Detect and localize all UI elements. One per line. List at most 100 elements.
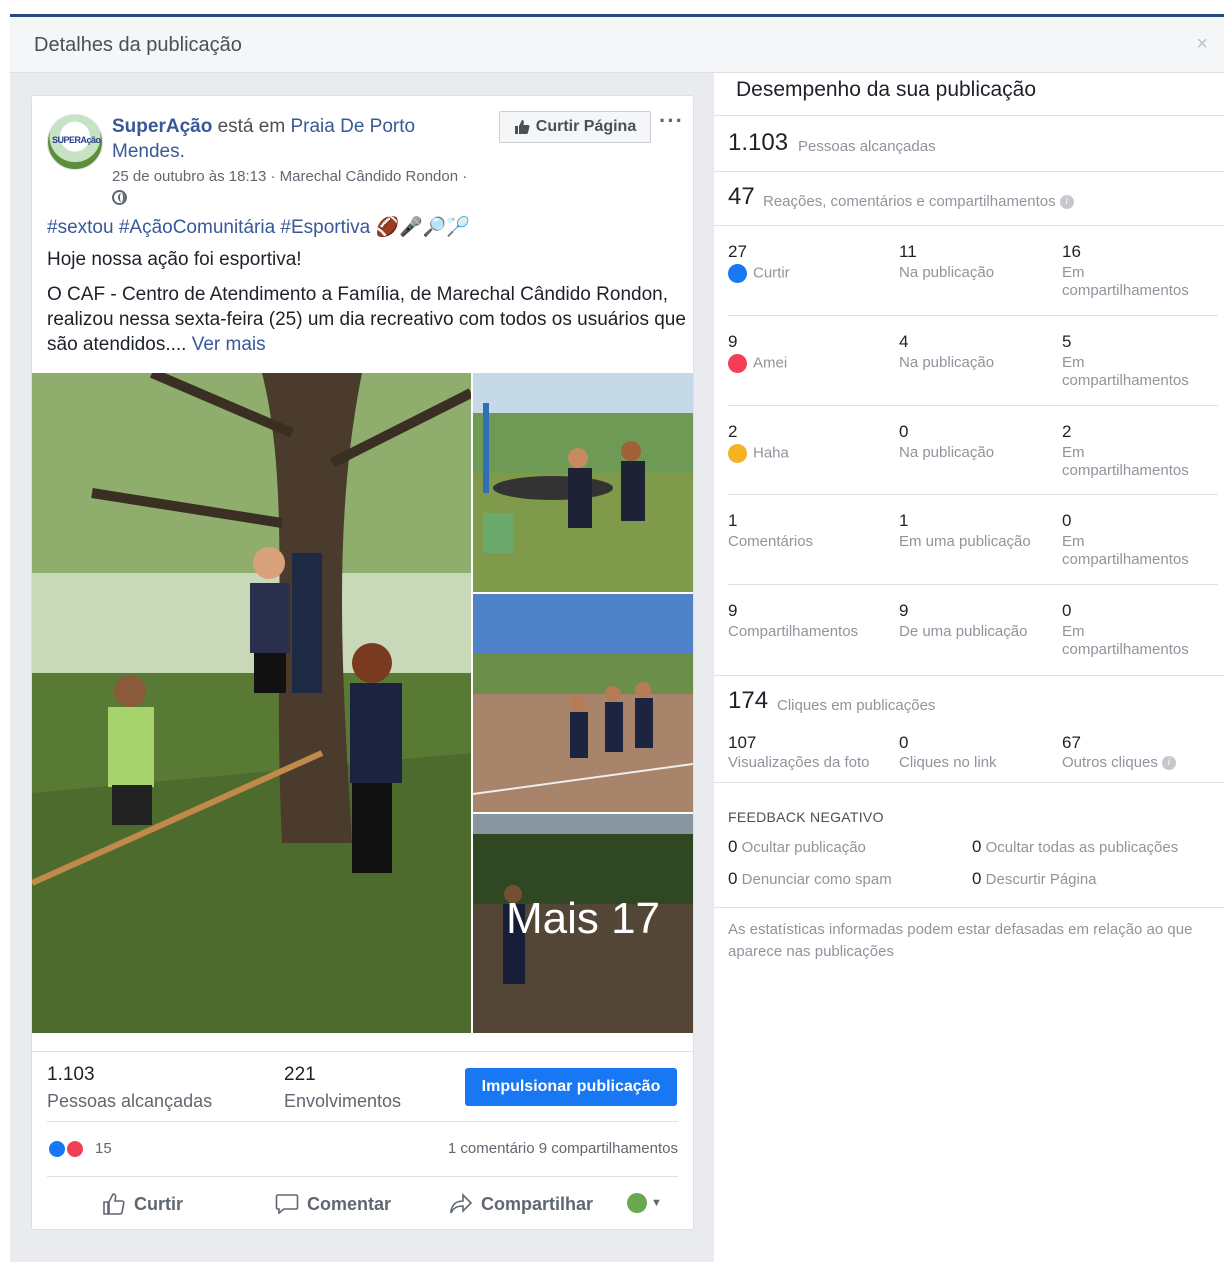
love-reaction-icon[interactable] bbox=[65, 1139, 85, 1159]
hashtags[interactable]: #sextou #AçãoComunitária #Esportiva 🏈🎤🔎🏸 bbox=[47, 215, 470, 239]
page-name-link[interactable]: SuperAção bbox=[112, 116, 212, 137]
post-header: SuperAção está em Praia De Porto Mendes. bbox=[112, 114, 492, 164]
shares-total: 9 bbox=[728, 601, 738, 620]
hide-all-label: Ocultar todas as publicações bbox=[985, 839, 1179, 856]
is-at-text: está em bbox=[212, 116, 291, 137]
reactions-row: 15 1 comentário 9 compartilhamentos bbox=[47, 1121, 678, 1177]
likes-label-wrap: Curtir bbox=[728, 264, 790, 283]
report-spam-label: Denunciar como spam bbox=[741, 871, 892, 888]
comments-on-post: 1 bbox=[899, 511, 909, 530]
shares-on-post-label: De uma publicação bbox=[899, 623, 1028, 640]
reach-number: 1.103 bbox=[47, 1064, 95, 1085]
info-icon[interactable]: i bbox=[1059, 195, 1074, 210]
post-date[interactable]: 25 de outubro às 18:13 · Marechal Cândid… bbox=[112, 168, 467, 185]
engagement-number: 221 bbox=[284, 1064, 316, 1085]
haha-total: 2 bbox=[728, 422, 738, 441]
photo-3-illustration bbox=[473, 594, 693, 812]
other-clicks: 67 bbox=[1062, 733, 1081, 752]
other-clicks-label-wrap: Outros cliques i bbox=[1062, 754, 1176, 772]
info-icon[interactable]: i bbox=[1161, 756, 1176, 771]
dialog-header: Detalhes da publicação × bbox=[10, 17, 1224, 73]
unlike-page-feedback: 0 Descurtir Página bbox=[972, 869, 1097, 889]
more-photos-tile[interactable]: Mais 17 bbox=[473, 814, 693, 1033]
clicks-total: 174 bbox=[728, 687, 769, 714]
comment-icon bbox=[275, 1194, 299, 1215]
hide-all-count: 0 bbox=[972, 837, 982, 856]
haha-label-wrap: Haha bbox=[728, 444, 789, 463]
comments-shares-count[interactable]: 1 comentário 9 compartilhamentos bbox=[448, 1140, 678, 1157]
post-photo-main[interactable] bbox=[32, 373, 471, 1033]
post-photo-2[interactable] bbox=[473, 373, 693, 592]
comments-on-shares: 0 bbox=[1062, 511, 1072, 530]
loves-label: Amei bbox=[753, 354, 788, 372]
clicks-total-label: Cliques em publicações bbox=[777, 697, 936, 714]
shares-label: Compartilhamentos bbox=[728, 623, 859, 640]
likes-on-post: 11 bbox=[899, 242, 917, 261]
like-icon bbox=[103, 1193, 125, 1215]
engagement-label: Envolvimentos bbox=[284, 1091, 402, 1111]
shares-on-shares-label: Em compartilhamentos bbox=[1062, 623, 1189, 658]
comment-label: Comentar bbox=[307, 1193, 392, 1214]
reach-total: 1.103 bbox=[728, 129, 789, 156]
link-clicks: 0 bbox=[899, 733, 909, 752]
haha-on-post-label: Na publicação bbox=[899, 444, 995, 461]
report-spam-feedback: 0 Denunciar como spam bbox=[728, 869, 892, 889]
like-label: Curtir bbox=[134, 1193, 183, 1214]
likes-on-post-label: Na publicação bbox=[899, 264, 995, 281]
page-avatar[interactable]: SUPERAção bbox=[47, 114, 103, 170]
haha-on-shares-label: Em compartilhamentos bbox=[1062, 444, 1189, 479]
share-label: Compartilhar bbox=[481, 1193, 594, 1214]
divider bbox=[714, 225, 1224, 226]
photo-views-label: Visualizações da foto bbox=[728, 754, 870, 771]
unlike-page-label: Descurtir Página bbox=[985, 871, 1097, 888]
shares-on-post: 9 bbox=[899, 601, 909, 620]
like-page-button[interactable]: Curtir Página bbox=[499, 111, 651, 143]
comments-on-post-label: Em uma publicação bbox=[899, 533, 1031, 550]
loves-on-post-label: Na publicação bbox=[899, 354, 995, 371]
divider bbox=[714, 675, 1224, 676]
reactions-count[interactable]: 15 bbox=[95, 1140, 112, 1157]
like-button[interactable]: Curtir bbox=[102, 1193, 183, 1215]
divider bbox=[714, 171, 1224, 172]
report-spam-count: 0 bbox=[728, 869, 738, 888]
comments-label: Comentários bbox=[728, 533, 814, 550]
globe-icon[interactable] bbox=[112, 190, 127, 205]
photo-2-illustration bbox=[473, 373, 693, 592]
see-more-link[interactable]: Ver mais bbox=[192, 334, 266, 355]
loves-on-shares-label: Em compartilhamentos bbox=[1062, 354, 1189, 389]
hide-post-label: Ocultar publicação bbox=[741, 839, 866, 856]
more-photos-label: Mais 17 bbox=[505, 894, 661, 943]
haha-on-post: 0 bbox=[899, 422, 909, 441]
thumbs-up-icon bbox=[514, 120, 530, 134]
photo-main-illustration bbox=[32, 373, 471, 1033]
post-details-dialog: Detalhes da publicação × SUPERAção Super… bbox=[10, 17, 1224, 1262]
other-clicks-label: Outros cliques bbox=[1062, 754, 1158, 771]
likes-on-shares: 16 bbox=[1062, 242, 1081, 261]
shares-on-shares: 0 bbox=[1062, 601, 1072, 620]
boost-post-button[interactable]: Impulsionar publicação bbox=[465, 1068, 677, 1106]
hide-post-feedback: 0 Ocultar publicação bbox=[728, 837, 866, 857]
engagement-total: 47 bbox=[728, 183, 755, 210]
divider bbox=[728, 584, 1218, 585]
more-options-icon[interactable]: ··· bbox=[659, 108, 684, 134]
page-avatar-small-icon bbox=[627, 1193, 647, 1213]
divider bbox=[714, 907, 1224, 908]
share-button[interactable]: Compartilhar bbox=[449, 1193, 593, 1215]
reach-total-label: Pessoas alcançadas bbox=[798, 138, 936, 155]
like-reaction-icon[interactable] bbox=[47, 1139, 67, 1159]
comment-button[interactable]: Comentar bbox=[275, 1193, 391, 1215]
reach-label: Pessoas alcançadas bbox=[47, 1091, 213, 1111]
divider bbox=[728, 494, 1218, 495]
page-identity-selector[interactable]: ▼ bbox=[627, 1193, 662, 1213]
likes-on-shares-label: Em compartilhamentos bbox=[1062, 264, 1189, 299]
avatar-logo-text: SUPERAção bbox=[52, 135, 101, 145]
haha-label: Haha bbox=[753, 444, 789, 462]
divider bbox=[714, 782, 1224, 783]
comments-total: 1 bbox=[728, 511, 738, 530]
post-card: SUPERAção SuperAção está em Praia De Por… bbox=[31, 95, 694, 1230]
post-actions: Curtir Comentar Compartilhar ▼ bbox=[47, 1179, 678, 1227]
close-icon[interactable]: × bbox=[1196, 33, 1208, 56]
post-photo-3[interactable] bbox=[473, 594, 693, 812]
like-reaction-icon bbox=[728, 264, 747, 283]
stats-disclaimer: As estatísticas informadas podem estar d… bbox=[728, 921, 1193, 960]
